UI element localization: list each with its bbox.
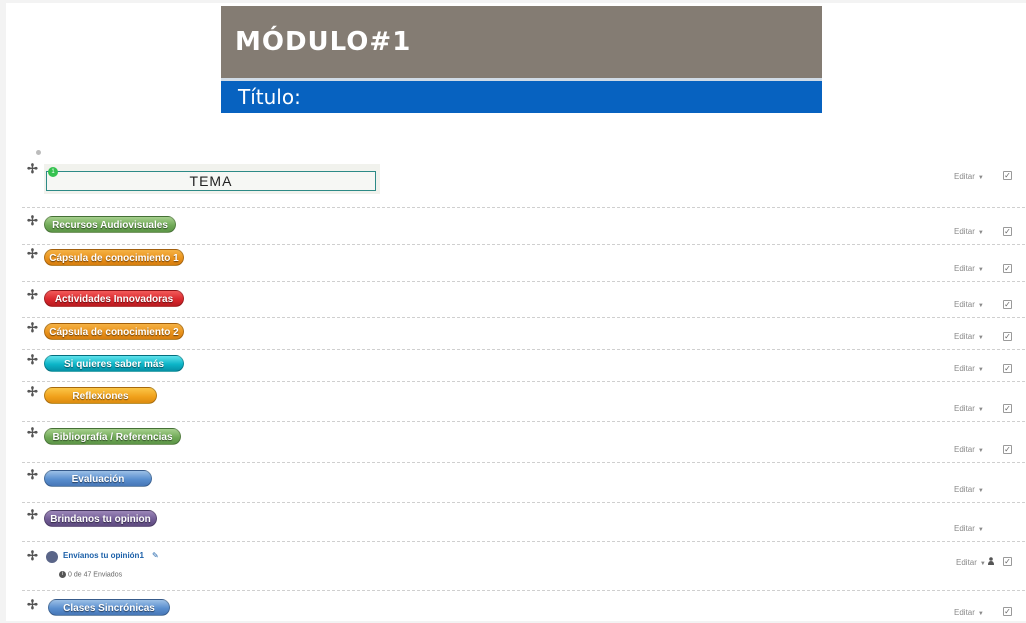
edit-menu[interactable]: Editar ▼ (954, 172, 984, 181)
edit-menu[interactable]: Editar ▼ (954, 524, 984, 533)
caret-down-icon: ▼ (977, 367, 984, 373)
move-icon[interactable]: ✢ (27, 353, 38, 366)
caret-down-icon: ▼ (977, 407, 984, 413)
completion-checkbox[interactable]: ✓ (1003, 607, 1012, 616)
tema-badge: 1 (48, 167, 58, 177)
section-pill[interactable]: Si quieres saber más (44, 355, 184, 372)
edit-menu[interactable]: Editar ▼ (956, 558, 986, 567)
caret-down-icon: ▼ (977, 175, 984, 181)
completion-checkbox[interactable]: ✓ (1003, 171, 1012, 180)
edit-label: Editar (954, 227, 975, 236)
edit-menu[interactable]: Editar ▼ (954, 264, 984, 273)
edit-label: Editar (954, 264, 975, 273)
edit-menu[interactable]: Editar ▼ (954, 445, 984, 454)
completion-checkbox[interactable]: ✓ (1003, 300, 1012, 309)
user-icon[interactable] (988, 557, 994, 565)
section-pill[interactable]: Clases Sincrónicas (48, 599, 170, 616)
tema-label: TEMA (46, 171, 376, 191)
section-row: ✢ Reflexiones Editar ▼ ✓ (22, 381, 1026, 422)
section-pill[interactable]: Cápsula de conocimiento 2 (44, 323, 184, 340)
feedback-icon (46, 551, 58, 563)
move-icon[interactable]: ✢ (27, 214, 38, 227)
caret-down-icon: ▼ (979, 561, 986, 567)
move-icon[interactable]: ✢ (27, 426, 38, 439)
section-row: ✢ Bibliografía / Referencias Editar ▼ ✓ (22, 421, 1026, 463)
edit-menu[interactable]: Editar ▼ (954, 227, 984, 236)
edit-label: Editar (954, 332, 975, 341)
edit-label: Editar (954, 445, 975, 454)
submission-count: 0 de 47 Enviados (68, 571, 123, 579)
bullet-dot (36, 150, 41, 155)
move-icon[interactable]: ✢ (27, 247, 38, 260)
caret-down-icon: ▼ (977, 527, 984, 533)
move-icon[interactable]: ✢ (27, 508, 38, 521)
section-row: ✢ Brindanos tu opinion Editar ▼ (22, 502, 1026, 542)
move-icon[interactable]: ✢ (27, 598, 38, 611)
caret-down-icon: ▼ (977, 335, 984, 341)
edit-label: Editar (954, 172, 975, 181)
info-icon: i (59, 571, 66, 578)
edit-label: Editar (954, 608, 975, 617)
edit-menu[interactable]: Editar ▼ (954, 300, 984, 309)
submission-status: i0 de 47 Enviados (59, 571, 122, 578)
completion-checkbox[interactable]: ✓ (1003, 264, 1012, 273)
move-icon[interactable]: ✢ (27, 468, 38, 481)
caret-down-icon: ▼ (977, 303, 984, 309)
section-row-tema: ✢ TEMA 1 Editar ▼ ✓ (22, 157, 1026, 208)
caret-down-icon: ▼ (977, 230, 984, 236)
edit-label: Editar (954, 364, 975, 373)
edit-menu[interactable]: Editar ▼ (954, 608, 984, 617)
module-banner-title: MÓDULO#1 (221, 6, 822, 78)
section-row-clases: ✢ Clases Sincrónicas Editar ▼ ✓ (22, 590, 1026, 623)
pencil-icon[interactable]: ✎ (152, 551, 159, 560)
completion-checkbox[interactable]: ✓ (1003, 404, 1012, 413)
module-banner-subtitle: Título: (221, 81, 822, 113)
edit-menu[interactable]: Editar ▼ (954, 364, 984, 373)
feedback-activity-link[interactable]: Envíanos tu opinión1 (63, 551, 144, 560)
section-row: ✢ Evaluación Editar ▼ (22, 462, 1026, 503)
caret-down-icon: ▼ (977, 448, 984, 454)
course-page: MÓDULO#1 Título: ✢ TEMA 1 Editar ▼ ✓ ✢ Rec… (6, 3, 1026, 621)
section-pill[interactable]: Reflexiones (44, 387, 157, 404)
section-pill[interactable]: Evaluación (44, 470, 152, 487)
section-pill[interactable]: Bibliografía / Referencias (44, 428, 181, 445)
caret-down-icon: ▼ (977, 611, 984, 617)
edit-label: Editar (954, 524, 975, 533)
edit-label: Editar (954, 485, 975, 494)
section-row: ✢ Recursos Audiovisuales Editar ▼ ✓ (22, 207, 1026, 245)
section-pill[interactable]: Cápsula de conocimiento 1 (44, 249, 184, 266)
section-row: ✢ Cápsula de conocimiento 2 Editar ▼ ✓ (22, 317, 1026, 350)
move-icon[interactable]: ✢ (27, 162, 38, 175)
caret-down-icon: ▼ (977, 488, 984, 494)
edit-menu[interactable]: Editar ▼ (954, 332, 984, 341)
move-icon[interactable]: ✢ (27, 288, 38, 301)
section-row: ✢ Cápsula de conocimiento 1 Editar ▼ ✓ (22, 244, 1026, 282)
edit-label: Editar (954, 404, 975, 413)
completion-checkbox[interactable]: ✓ (1003, 557, 1012, 566)
completion-checkbox[interactable]: ✓ (1003, 332, 1012, 341)
tema-card: TEMA 1 (44, 164, 380, 194)
completion-checkbox[interactable]: ✓ (1003, 227, 1012, 236)
activity-row-feedback: ✢ Envíanos tu opinión1 ✎ i0 de 47 Enviad… (22, 541, 1026, 591)
section-pill[interactable]: Recursos Audiovisuales (44, 216, 176, 233)
section-row: ✢ Si quieres saber más Editar ▼ ✓ (22, 349, 1026, 382)
edit-label: Editar (954, 300, 975, 309)
completion-checkbox[interactable]: ✓ (1003, 445, 1012, 454)
edit-menu[interactable]: Editar ▼ (954, 404, 984, 413)
edit-label: Editar (956, 558, 977, 567)
move-icon[interactable]: ✢ (27, 321, 38, 334)
section-pill[interactable]: Actividades Innovadoras (44, 290, 184, 307)
edit-menu[interactable]: Editar ▼ (954, 485, 984, 494)
caret-down-icon: ▼ (977, 267, 984, 273)
move-icon[interactable]: ✢ (27, 385, 38, 398)
section-row: ✢ Actividades Innovadoras Editar ▼ ✓ (22, 281, 1026, 318)
move-icon[interactable]: ✢ (27, 549, 38, 562)
section-pill[interactable]: Brindanos tu opinion (44, 510, 157, 527)
completion-checkbox[interactable]: ✓ (1003, 364, 1012, 373)
